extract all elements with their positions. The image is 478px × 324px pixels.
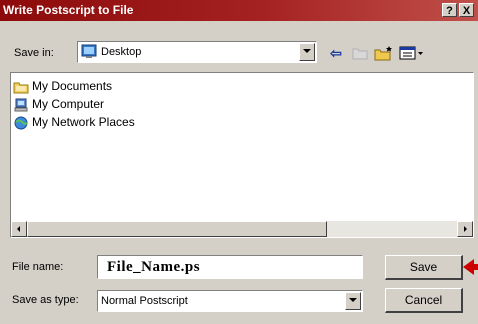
back-icon[interactable]: ⇦ bbox=[327, 44, 345, 62]
desktop-icon bbox=[81, 44, 97, 59]
scroll-left-button[interactable] bbox=[11, 221, 27, 237]
save-as-type-value: Normal Postscript bbox=[101, 295, 188, 307]
save-button-label: Save bbox=[409, 260, 438, 274]
save-as-type-label: Save as type: bbox=[12, 294, 79, 306]
up-folder-icon[interactable] bbox=[352, 44, 368, 62]
help-button[interactable]: ? bbox=[442, 3, 457, 17]
title-bar[interactable]: Write Postscript to File ? X bbox=[0, 0, 478, 21]
cancel-button[interactable]: Cancel bbox=[385, 288, 463, 313]
close-button[interactable]: X bbox=[459, 3, 474, 17]
list-item[interactable]: My Computer bbox=[13, 95, 104, 113]
file-name-label: File name: bbox=[12, 261, 64, 273]
scroll-right-button[interactable] bbox=[457, 221, 473, 237]
folder-icon bbox=[13, 80, 29, 94]
view-menu-icon[interactable] bbox=[399, 44, 425, 62]
file-list[interactable]: My Documents My Computer My Network Plac… bbox=[10, 72, 474, 238]
file-name-field[interactable]: File_Name.ps bbox=[97, 255, 363, 279]
computer-icon bbox=[13, 98, 29, 112]
save-as-type-dropdown-button[interactable] bbox=[345, 292, 361, 310]
horizontal-scrollbar[interactable] bbox=[11, 221, 473, 237]
list-item-label: My Documents bbox=[32, 79, 113, 93]
cancel-button-label: Cancel bbox=[404, 293, 443, 307]
file-name-value: File_Name.ps bbox=[107, 259, 201, 275]
window-title: Write Postscript to File bbox=[3, 3, 134, 17]
list-item[interactable]: My Documents bbox=[13, 77, 112, 95]
list-item[interactable]: My Network Places bbox=[13, 113, 135, 131]
pointer-arrow-icon bbox=[463, 258, 478, 276]
save-in-combo[interactable]: Desktop bbox=[77, 41, 317, 63]
save-button[interactable]: Save bbox=[385, 255, 463, 280]
save-in-label: Save in: bbox=[14, 47, 54, 59]
list-item-label: My Computer bbox=[32, 97, 105, 111]
scroll-thumb[interactable] bbox=[27, 221, 327, 237]
list-item-label: My Network Places bbox=[32, 115, 135, 129]
network-icon bbox=[13, 116, 29, 130]
save-in-value: Desktop bbox=[101, 46, 142, 58]
save-as-type-select[interactable]: Normal Postscript bbox=[97, 290, 363, 312]
new-folder-icon[interactable] bbox=[374, 44, 394, 62]
save-in-dropdown-button[interactable] bbox=[299, 43, 315, 61]
save-dialog: Write Postscript to File ? X Save in: De… bbox=[0, 0, 478, 324]
